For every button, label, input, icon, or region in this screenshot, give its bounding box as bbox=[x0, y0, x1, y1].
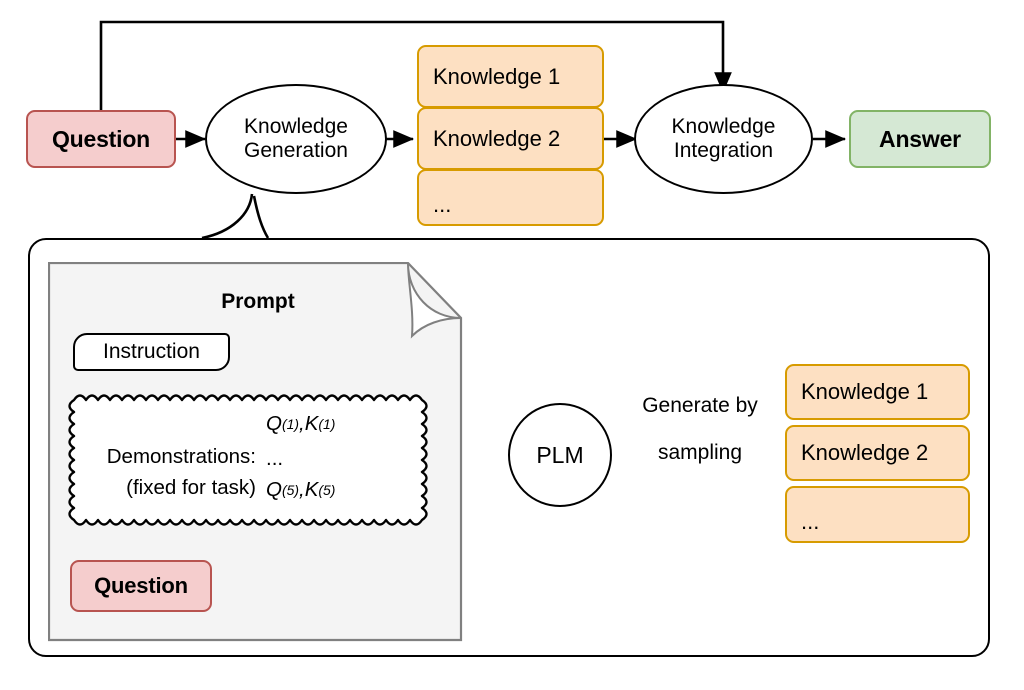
answer-box[interactable]: Answer bbox=[849, 110, 991, 168]
question-box-prompt[interactable]: Question bbox=[70, 560, 212, 612]
knowledge-generation-label-2: Generation bbox=[244, 139, 348, 162]
demo-row3-k: K bbox=[304, 478, 319, 501]
question-box-top[interactable]: Question bbox=[26, 110, 176, 168]
demonstrations-label-line2: (fixed for task) bbox=[126, 476, 256, 499]
callout-tail bbox=[201, 193, 254, 240]
demonstrations-row-2: ... bbox=[266, 446, 446, 472]
diagram-canvas: Question Knowledge Generation Knowledge … bbox=[0, 0, 1024, 690]
demo-row3-q: Q bbox=[266, 478, 282, 501]
knowledge-item-1-top[interactable]: Knowledge 1 bbox=[417, 45, 604, 108]
demo-row1-k: K bbox=[304, 412, 319, 435]
knowledge-integration-label-1: Knowledge bbox=[671, 115, 776, 139]
generate-label-line2: sampling bbox=[657, 440, 743, 464]
demo-row1-k-sup: (1) bbox=[318, 416, 336, 432]
knowledge-item-more-detail[interactable]: ... bbox=[785, 486, 970, 543]
demonstrations-row-3: Q (5), K (5) bbox=[266, 475, 446, 505]
callout-tail-2 bbox=[252, 195, 270, 239]
prompt-title: Prompt bbox=[221, 290, 295, 313]
knowledge-item-more-top[interactable]: ... bbox=[417, 169, 604, 226]
knowledge-generation-node[interactable]: Knowledge Generation bbox=[205, 84, 387, 194]
generate-by-sampling-label: Generate by sampling bbox=[620, 370, 780, 488]
demo-row3-k-sup: (5) bbox=[318, 482, 336, 498]
demo-row1-q: Q bbox=[266, 412, 282, 435]
edge-question-to-integration bbox=[99, 20, 732, 110]
generate-label-line1: Generate by bbox=[642, 393, 758, 417]
instruction-tag[interactable]: Instruction bbox=[73, 333, 230, 371]
knowledge-item-2-top[interactable]: Knowledge 2 bbox=[417, 107, 604, 170]
demonstrations-row-1: Q (1), K (1) bbox=[266, 409, 446, 439]
demo-row3-q-sup: (5) bbox=[281, 482, 299, 498]
demo-row2-dots: ... bbox=[266, 447, 284, 470]
demo-row1-q-sup: (1) bbox=[281, 416, 299, 432]
plm-node[interactable]: PLM bbox=[508, 403, 612, 507]
demonstrations-label-line1: Demonstrations: bbox=[106, 445, 256, 468]
knowledge-generation-label-1: Knowledge bbox=[244, 115, 348, 139]
knowledge-integration-label-2: Integration bbox=[673, 139, 774, 162]
knowledge-item-1-detail[interactable]: Knowledge 1 bbox=[785, 364, 970, 420]
knowledge-integration-node[interactable]: Knowledge Integration bbox=[634, 84, 813, 194]
knowledge-item-2-detail[interactable]: Knowledge 2 bbox=[785, 425, 970, 481]
